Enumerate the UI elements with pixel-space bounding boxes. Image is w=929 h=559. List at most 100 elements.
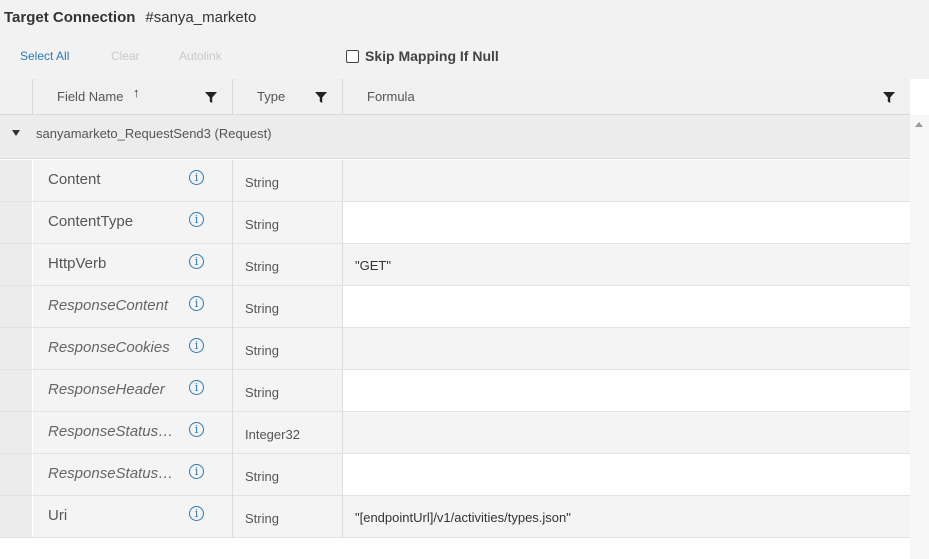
row-gutter [0, 202, 32, 243]
type-cell: String [233, 202, 342, 243]
type-cell: String [233, 496, 342, 537]
clear-button[interactable]: Clear [111, 49, 140, 63]
field-name-cell: Uri i [33, 496, 232, 537]
sort-ascending-icon[interactable]: ↑ [133, 85, 140, 100]
field-name: ResponseContent [48, 297, 169, 314]
field-name-cell: ResponseHeader i [33, 370, 232, 411]
field-type: String [245, 217, 279, 232]
field-name-cell: Content i [33, 160, 232, 201]
formula-cell[interactable] [343, 160, 910, 201]
formula-value: "[endpointUrl]/v1/activities/types.json" [355, 510, 571, 525]
formula-cell[interactable] [343, 328, 910, 369]
type-cell: Integer32 [233, 412, 342, 453]
type-cell: String [233, 244, 342, 285]
field-name: ResponseStatus… [48, 423, 174, 440]
scroll-up-icon[interactable] [915, 122, 923, 127]
column-divider [232, 160, 233, 538]
grid-empty-area [0, 539, 910, 559]
field-name: HttpVerb [48, 255, 107, 272]
field-name-cell: ResponseStatus… i [33, 454, 232, 495]
info-icon[interactable]: i [189, 380, 204, 395]
table-row[interactable]: ResponseHeader i String [0, 370, 910, 412]
table-row[interactable]: ResponseCookies i String [0, 328, 910, 370]
grid-header: Field Name ↑ Type Formula [0, 79, 910, 115]
type-cell: String [233, 286, 342, 327]
row-gutter [0, 370, 32, 411]
table-row[interactable]: ResponseStatus… i Integer32 [0, 412, 910, 454]
row-gutter [0, 286, 32, 327]
formula-column-header[interactable]: Formula [343, 79, 910, 115]
info-icon[interactable]: i [189, 212, 204, 227]
table-row[interactable]: ResponseStatus… i String [0, 454, 910, 496]
mapping-toolbar: Select All Clear Autolink Skip Mapping I… [0, 46, 929, 70]
field-name: ContentType [48, 213, 134, 230]
field-type: String [245, 175, 279, 190]
field-type: String [245, 301, 279, 316]
field-name-cell: ResponseContent i [33, 286, 232, 327]
row-gutter [0, 244, 32, 285]
vertical-scrollbar[interactable] [910, 115, 929, 559]
row-gutter [0, 160, 32, 201]
row-gutter [0, 496, 32, 537]
info-icon[interactable]: i [189, 338, 204, 353]
table-row[interactable]: ResponseContent i String [0, 286, 910, 328]
formula-header-label: Formula [367, 89, 415, 104]
type-cell: String [233, 370, 342, 411]
type-cell: String [233, 160, 342, 201]
field-name-column-header[interactable]: Field Name ↑ [33, 79, 232, 115]
formula-cell[interactable] [343, 286, 910, 327]
field-name: ResponseCookies [48, 339, 170, 356]
type-cell: String [233, 328, 342, 369]
checkbox-icon[interactable] [346, 49, 359, 63]
field-type: String [245, 469, 279, 484]
field-type: String [245, 343, 279, 358]
info-icon[interactable]: i [189, 464, 204, 479]
field-type: String [245, 385, 279, 400]
autolink-button[interactable]: Autolink [179, 49, 222, 63]
row-gutter [0, 412, 32, 453]
table-row[interactable]: HttpVerb i String "GET" [0, 244, 910, 286]
caret-down-icon[interactable] [12, 130, 20, 136]
funnel-icon[interactable] [204, 90, 218, 104]
type-header-label: Type [257, 89, 286, 104]
table-row[interactable]: Content i String [0, 160, 910, 202]
funnel-icon[interactable] [314, 90, 328, 104]
funnel-icon[interactable] [882, 90, 896, 104]
info-icon[interactable]: i [189, 506, 204, 521]
field-name-cell: HttpVerb i [33, 244, 232, 285]
formula-cell[interactable]: "GET" [343, 244, 910, 285]
target-connection-label: Target Connection [4, 8, 136, 26]
field-name-cell: ContentType i [33, 202, 232, 243]
table-row[interactable]: Uri i String "[endpointUrl]/v1/activitie… [0, 496, 910, 538]
skip-mapping-checkbox[interactable]: Skip Mapping If Null [346, 48, 499, 64]
field-name-cell: ResponseCookies i [33, 328, 232, 369]
row-gutter [0, 328, 32, 369]
column-divider [342, 160, 343, 538]
row-gutter [0, 454, 32, 495]
skip-mapping-label: Skip Mapping If Null [365, 48, 499, 64]
formula-cell[interactable] [343, 370, 910, 411]
field-name-header-label: Field Name [57, 89, 124, 104]
field-name-cell: ResponseStatus… i [33, 412, 232, 453]
formula-value: "GET" [355, 258, 391, 273]
connection-name[interactable]: #sanya_marketo [145, 9, 256, 26]
type-cell: String [233, 454, 342, 495]
select-all-button[interactable]: Select All [20, 49, 69, 63]
info-icon[interactable]: i [189, 254, 204, 269]
info-icon[interactable]: i [189, 170, 204, 185]
group-row[interactable]: sanyamarketo_RequestSend3 (Request) [0, 115, 910, 159]
field-type: String [245, 259, 279, 274]
formula-cell[interactable]: "[endpointUrl]/v1/activities/types.json" [343, 496, 910, 537]
field-rows: Content i String ContentType i String Ht… [0, 160, 910, 538]
info-icon[interactable]: i [189, 296, 204, 311]
table-row[interactable]: ContentType i String [0, 202, 910, 244]
info-icon[interactable]: i [189, 422, 204, 437]
formula-cell[interactable] [343, 202, 910, 243]
field-name: ResponseHeader [48, 381, 165, 398]
type-column-header[interactable]: Type [233, 79, 342, 115]
field-name: ResponseStatus… [48, 465, 174, 482]
formula-cell[interactable] [343, 412, 910, 453]
field-type: String [245, 511, 279, 526]
field-name: Content [48, 171, 101, 188]
formula-cell[interactable] [343, 454, 910, 495]
